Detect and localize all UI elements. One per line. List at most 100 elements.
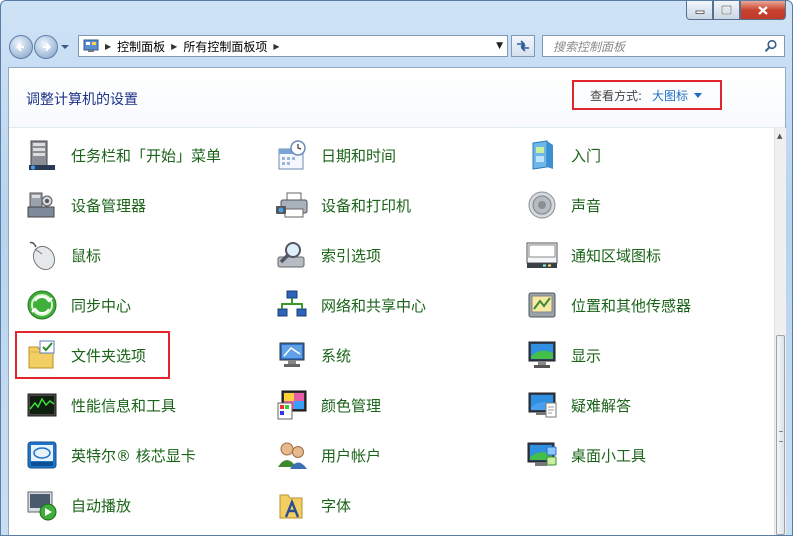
performance-icon [25,388,59,422]
item-label: 位置和其他传感器 [571,296,692,315]
search-icon[interactable] [764,39,778,53]
calendar-clock-icon [275,138,309,172]
item-mouse[interactable]: 鼠标 [25,235,101,275]
view-by-control[interactable]: 查看方式: 大图标 [572,80,722,110]
item-intel-graphics[interactable]: 英特尔® 核芯显卡 [25,435,196,475]
chevron-down-icon[interactable] [694,92,703,98]
item-label: 同步中心 [71,296,132,315]
close-icon [758,5,768,15]
control-panel-icon [83,39,99,52]
item-date-time[interactable]: 日期和时间 [275,135,396,175]
window-controls [686,1,786,20]
vertical-scrollbar[interactable]: ▲ [774,128,786,535]
item-label: 设备管理器 [71,196,147,215]
breadcrumb-separator-icon[interactable]: ▶ [273,42,279,51]
minimize-button[interactable] [686,1,713,20]
item-display[interactable]: 显示 [525,335,601,375]
refresh-button[interactable] [511,35,535,57]
maximize-button[interactable] [713,1,740,20]
grip-icon [779,431,783,442]
item-sound[interactable]: 声音 [525,185,601,225]
sync-icon [25,288,59,322]
breadcrumb-control-panel[interactable]: 控制面板 [117,38,165,55]
item-label: 鼠标 [71,246,102,265]
item-fonts[interactable]: 字体 [275,485,351,525]
item-autoplay[interactable]: 自动播放 [25,485,131,525]
item-system[interactable]: 系统 [275,335,351,375]
view-by-label: 查看方式: [590,88,643,103]
item-notification-icons[interactable]: 通知区域图标 [525,235,661,275]
content-pane: 调整计算机的设置 查看方式: 大图标 任务栏和「开始」菜单 日期和时间 入门 设… [8,67,786,535]
color-management-icon [275,388,309,422]
folder-options-highlight [15,331,170,379]
speaker-icon [525,188,559,222]
close-button[interactable] [740,1,786,20]
item-label: 声音 [571,196,602,215]
minimize-icon [695,10,704,14]
item-desktop-gadgets[interactable]: 桌面小工具 [525,435,646,475]
printer-icon [275,188,309,222]
item-label: 任务栏和「开始」菜单 [71,146,222,165]
item-label: 用户帐户 [321,446,382,465]
breadcrumb-all-items[interactable]: 所有控制面板项 [183,38,267,55]
gadgets-icon [525,438,559,472]
item-label: 网络和共享中心 [321,296,427,315]
item-getting-started[interactable]: 入门 [525,135,601,175]
autoplay-icon [25,488,59,522]
item-sync-center[interactable]: 同步中心 [25,285,131,325]
taskbar-icon [25,138,59,172]
item-location-sensors[interactable]: 位置和其他传感器 [525,285,691,325]
troubleshooting-icon [525,388,559,422]
network-icon [275,288,309,322]
item-label: 入门 [571,146,602,165]
item-label: 桌面小工具 [571,446,647,465]
navigation-buttons [9,33,70,61]
item-label: 颜色管理 [321,396,382,415]
maximize-icon [721,5,732,15]
breadcrumb-separator-icon[interactable]: ▶ [105,42,111,51]
getting-started-icon [525,138,559,172]
scrollbar-thumb[interactable] [776,335,785,535]
item-indexing-options[interactable]: 索引选项 [275,235,381,275]
item-troubleshooting[interactable]: 疑难解答 [525,385,631,425]
breadcrumb-separator-icon[interactable]: ▶ [171,42,177,51]
magnifier-icon [275,238,309,272]
item-label: 显示 [571,346,602,365]
item-network-sharing[interactable]: 网络和共享中心 [275,285,426,325]
item-taskbar[interactable]: 任务栏和「开始」菜单 [25,135,221,175]
address-dropdown-icon[interactable]: ▼ [496,41,503,51]
item-label: 通知区域图标 [571,246,662,265]
item-user-accounts[interactable]: 用户帐户 [275,435,381,475]
search-input[interactable]: 搜索控制面板 [542,35,785,57]
item-device-manager[interactable]: 设备管理器 [25,185,146,225]
address-bar[interactable]: ▶ 控制面板 ▶ 所有控制面板项 ▶ ▼ [78,35,508,57]
fonts-icon [275,488,309,522]
intel-graphics-icon [25,438,59,472]
device-manager-icon [25,188,59,222]
refresh-icon [517,40,529,52]
item-devices-printers[interactable]: 设备和打印机 [275,185,411,225]
item-label: 自动播放 [71,496,132,515]
page-title: 调整计算机的设置 [26,92,138,108]
users-icon [275,438,309,472]
view-by-value[interactable]: 大图标 [652,87,688,104]
item-label: 疑难解答 [571,396,632,415]
forward-button[interactable] [34,35,58,59]
item-color-management[interactable]: 颜色管理 [275,385,381,425]
item-label: 性能信息和工具 [71,396,177,415]
content-header: 调整计算机的设置 查看方式: 大图标 [9,68,785,128]
mouse-icon [25,238,59,272]
item-label: 英特尔® 核芯显卡 [71,446,196,465]
item-performance[interactable]: 性能信息和工具 [25,385,176,425]
forward-arrow-icon [43,42,52,52]
notification-area-icon [525,238,559,272]
chevron-down-icon [61,45,69,49]
control-panel-window: ▶ 控制面板 ▶ 所有控制面板项 ▶ ▼ 搜索控制面板 调整计算机的设置 查看方… [0,0,793,536]
scroll-up-icon[interactable]: ▲ [777,132,782,140]
recent-pages-dropdown[interactable] [60,37,70,57]
back-arrow-icon [15,42,24,52]
item-label: 索引选项 [321,246,382,265]
search-placeholder: 搜索控制面板 [553,39,626,54]
item-label: 系统 [321,346,352,365]
back-button[interactable] [9,35,33,59]
